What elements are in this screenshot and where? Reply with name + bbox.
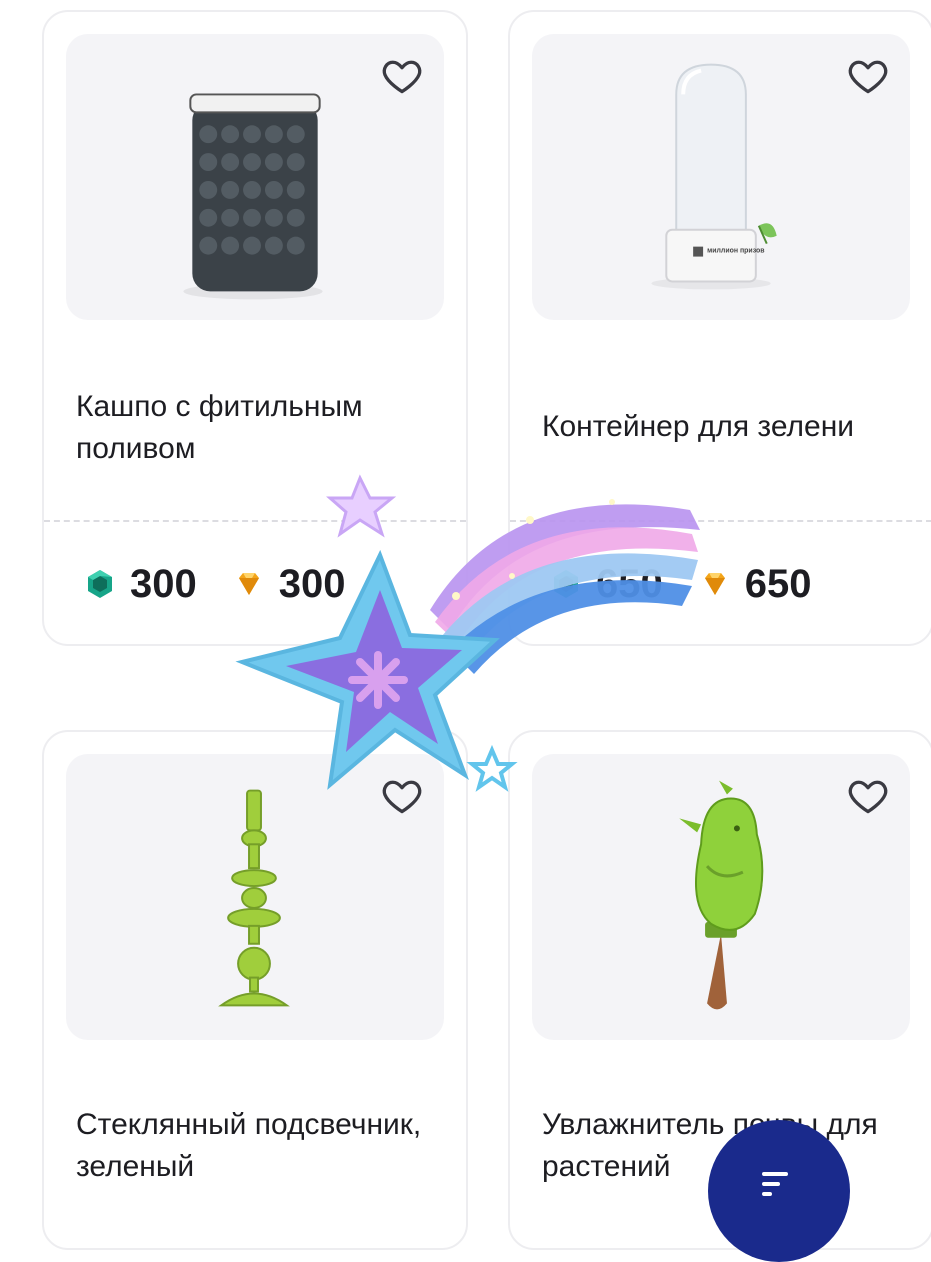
price-gold: 650 [744, 561, 812, 606]
price-emerald: 650 [596, 561, 663, 606]
product-card[interactable]: Кашпо с фитильным поливом 300 300 [42, 10, 468, 646]
product-image [66, 34, 444, 320]
emerald-gem-icon [554, 570, 578, 598]
product-title[interactable]: Кашпо с фитильным поливом [76, 386, 442, 470]
filter-icon [762, 1172, 788, 1196]
brand-label: миллион призов [707, 248, 764, 255]
product-title[interactable]: Стеклянный подсвечник, зеленый [76, 1104, 442, 1188]
gold-diamond-icon [238, 573, 259, 595]
product-image: миллион призов [532, 34, 910, 320]
product-title[interactable]: Контейнер для зелени [542, 406, 908, 448]
product-image [66, 754, 444, 1040]
heart-outline-icon[interactable] [380, 774, 424, 818]
product-card[interactable]: Стеклянный подсвечник, зеленый [42, 730, 468, 1250]
heart-outline-icon[interactable] [846, 774, 890, 818]
heart-outline-icon[interactable] [380, 54, 424, 98]
price-row: 300 300 [84, 554, 368, 614]
heart-outline-icon[interactable] [846, 54, 890, 98]
product-card[interactable]: миллион призов Контейнер для зелени 650 … [508, 10, 931, 646]
card-divider [44, 520, 466, 522]
product-image [532, 754, 910, 1040]
filter-fab[interactable] [708, 1120, 850, 1262]
gold-diamond-icon [704, 573, 725, 595]
emerald-gem-icon [88, 570, 112, 598]
price-row: 650 650 [550, 554, 834, 614]
price-emerald: 300 [130, 561, 197, 606]
price-gold: 300 [278, 561, 346, 606]
card-divider [510, 520, 931, 522]
